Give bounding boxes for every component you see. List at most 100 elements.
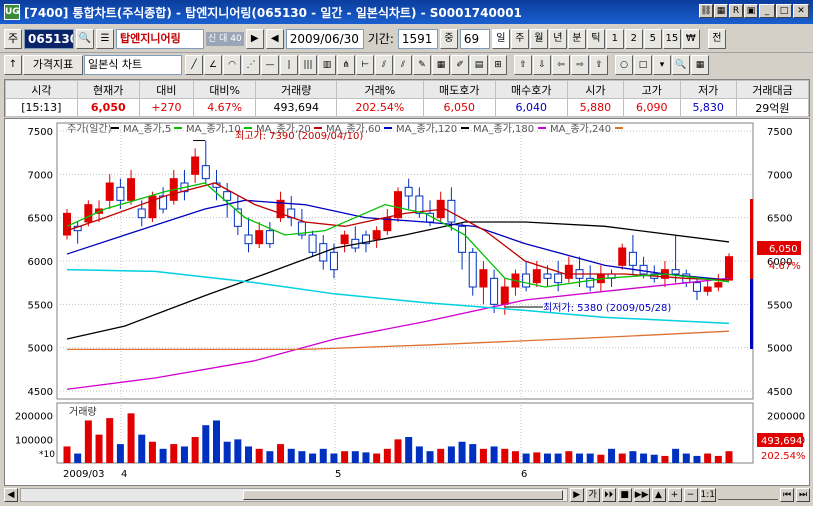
draw-tool-2-icon[interactable]: ◠ [223, 55, 241, 75]
draw-tool-0-icon[interactable]: ╱ [185, 55, 203, 75]
draw-tool-16-icon[interactable]: ⊞ [489, 55, 507, 75]
quote-value-11: 29억원 [735, 98, 810, 117]
draw-tool-26-icon[interactable]: ▦ [691, 55, 709, 75]
draw-tool-7-icon[interactable]: ▥ [318, 55, 336, 75]
period-button-0[interactable]: 일 [491, 28, 510, 49]
volume-bar [351, 451, 359, 463]
draw-tool-12-icon[interactable]: ✎ [413, 55, 431, 75]
draw-tool-4-icon[interactable]: — [261, 55, 279, 75]
volume-bar [672, 448, 680, 463]
grid-icon[interactable]: ▦ [714, 4, 728, 18]
legend-item-5: MA_종가,120 [396, 123, 457, 135]
period-button-1[interactable]: 주 [510, 28, 529, 49]
draw-tool-25-icon[interactable]: 🔍 [672, 55, 690, 75]
search-icon[interactable]: 🔍 [76, 28, 94, 49]
play-icon[interactable]: ▶▶ [633, 488, 650, 502]
draw-tool-23-icon[interactable]: □ [634, 55, 652, 75]
close-button[interactable]: ✕ [793, 4, 809, 18]
scroll-label-ga[interactable]: 가 [585, 488, 600, 502]
draw-tool-22-icon[interactable]: ○ [615, 55, 633, 75]
window-title: [7400] 통합차트(주식종합) - 탑엔지니어링(065130 - 일간 -… [24, 5, 522, 20]
quote-header-0: 시각 [5, 80, 78, 99]
quote-value-0: [15:13] [5, 98, 78, 117]
stock-toolbar: 주 065130 🔍 ☰ 탑엔지니어링 신 대 40 ▶ ◀ 2009/06/3… [0, 25, 813, 53]
quote-header-2: 대비 [138, 80, 194, 99]
scroll-left-icon[interactable]: ◀ [4, 488, 18, 502]
volume-bar [554, 453, 562, 463]
chart-type-select[interactable]: 일본식 차트 [84, 55, 182, 75]
draw-tool-20-icon[interactable]: ⇨ [571, 55, 589, 75]
period-button-9[interactable]: 15 [662, 28, 681, 49]
last-icon[interactable]: ⏭ [796, 488, 810, 502]
zoom-button[interactable]: 중 [439, 28, 458, 49]
legend-item-1: MA_종가,5 [123, 123, 171, 135]
chart-scrollbar[interactable]: ◀ ▶ 가 ⏵⏵ ■ ▶▶ ▲ + − 1:1 ⏮ ⏭ [4, 486, 810, 504]
vol-unit: *10 [39, 450, 55, 460]
zoom-input[interactable]: 69 [459, 28, 490, 49]
period-button-7[interactable]: 2 [624, 28, 643, 49]
draw-tool-14-icon[interactable]: ✐ [451, 55, 469, 75]
legend-item-2: MA_종가,10 [186, 123, 241, 135]
fast-forward-icon[interactable]: ⏵⏵ [601, 488, 616, 502]
draw-tool-5-icon[interactable]: | [280, 55, 298, 75]
stop-icon[interactable]: ■ [617, 488, 632, 502]
draw-tool-15-icon[interactable]: ▤ [470, 55, 488, 75]
draw-tool-19-icon[interactable]: ⇦ [552, 55, 570, 75]
market-select[interactable]: 주 [4, 28, 22, 49]
first-icon[interactable]: ⏮ [780, 488, 794, 502]
volume-bar [309, 453, 317, 463]
scroll-right-icon[interactable]: ▶ [569, 488, 584, 502]
zoom-slider[interactable] [718, 490, 778, 500]
vol-tick-right: 200000 [767, 412, 805, 423]
list-icon[interactable]: ☰ [96, 28, 114, 49]
ratio-label[interactable]: 1:1 [699, 488, 716, 502]
draw-tool-24-icon[interactable]: ▾ [653, 55, 671, 75]
quote-value-1: 6,050 [76, 98, 140, 117]
date-input[interactable]: 2009/06/30 [285, 28, 364, 49]
draw-tool-6-icon[interactable]: ||| [299, 55, 317, 75]
period-button-2[interactable]: 월 [529, 28, 548, 49]
period-button-8[interactable]: 5 [643, 28, 662, 49]
link-icon[interactable]: ⛓ [699, 4, 713, 18]
zoom-out-icon[interactable]: − [683, 488, 698, 502]
zoom-in-icon[interactable]: + [667, 488, 682, 502]
volume-bar [469, 444, 477, 463]
code-input[interactable]: 065130 [24, 28, 74, 49]
prev-icon[interactable]: ◀ [265, 28, 284, 49]
quote-value-5: 202.54% [336, 98, 424, 117]
scroll-track[interactable] [20, 488, 568, 502]
period-button-3[interactable]: 년 [548, 28, 567, 49]
volume-bar [212, 420, 220, 463]
draw-tool-18-icon[interactable]: ⇩ [533, 55, 551, 75]
minimize-button[interactable]: _ [759, 4, 775, 18]
r-button[interactable]: R [729, 4, 743, 18]
scroll-thumb[interactable] [242, 490, 563, 500]
draw-tool-10-icon[interactable]: ⫽ [375, 55, 393, 75]
draw-tool-1-icon[interactable]: ∠ [204, 55, 222, 75]
print-icon[interactable]: ▣ [744, 4, 758, 18]
up-arrow-icon[interactable]: ↑ [4, 55, 22, 75]
indicator-button[interactable]: 가격지표 [23, 55, 83, 75]
draw-tool-13-icon[interactable]: ▦ [432, 55, 450, 75]
x-label: 6 [521, 469, 527, 480]
next-icon[interactable]: ▶ [245, 28, 264, 49]
price-chart[interactable]: 7500 75007000 70006500 65006000 60005500 5500… [5, 119, 809, 485]
chart-icon[interactable]: ▲ [651, 488, 666, 502]
draw-tool-11-icon[interactable]: ⫽ [394, 55, 412, 75]
draw-tool-21-icon[interactable]: ⇪ [590, 55, 608, 75]
maximize-button[interactable]: □ [776, 4, 792, 18]
candle [628, 251, 637, 266]
draw-tool-9-icon[interactable]: ⊢ [356, 55, 374, 75]
volume-bar [522, 453, 530, 463]
extra-button[interactable]: 전 [707, 28, 726, 49]
draw-tool-3-icon[interactable]: ⋰ [242, 55, 260, 75]
period-button-6[interactable]: 1 [605, 28, 624, 49]
period-button-10[interactable]: ₩ [681, 28, 700, 49]
period-input[interactable]: 1591 [397, 28, 438, 49]
candle [127, 178, 136, 201]
period-button-5[interactable]: 틱 [586, 28, 605, 49]
draw-tool-8-icon[interactable]: ⋔ [337, 55, 355, 75]
period-button-4[interactable]: 분 [567, 28, 586, 49]
quote-value-6: 6,050 [422, 98, 496, 117]
draw-tool-17-icon[interactable]: ⇧ [514, 55, 532, 75]
